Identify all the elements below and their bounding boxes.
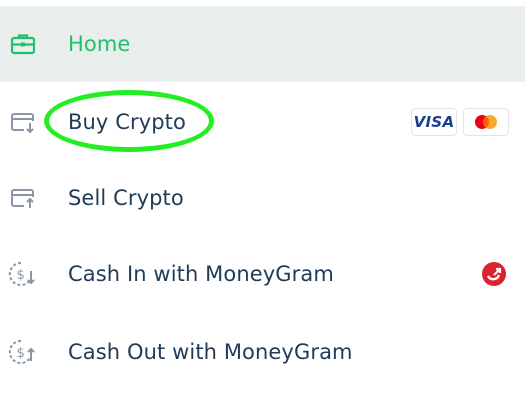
menu-item-cash-out-moneygram[interactable]: $ Cash Out with MoneyGram: [0, 314, 525, 390]
side-menu: Home Buy Crypto VISA Sell Crypto $ Cash …: [0, 0, 525, 401]
menu-item-home[interactable]: Home: [0, 6, 525, 82]
menu-item-cash-out-label: Cash Out with MoneyGram: [68, 340, 353, 364]
menu-item-cash-in-label: Cash In with MoneyGram: [68, 262, 334, 286]
svg-text:$: $: [17, 346, 25, 361]
menu-item-buy-crypto-label: Buy Crypto: [68, 110, 186, 134]
visa-logo: VISA: [413, 113, 455, 131]
dollar-coin-download-icon: $: [8, 261, 35, 286]
moneygram-logo: [482, 262, 506, 286]
card-download-icon: [11, 113, 34, 134]
mastercard-logo: [475, 115, 497, 129]
menu-item-home-label: Home: [68, 32, 131, 56]
mastercard-badge: [463, 108, 509, 136]
menu-item-sell-crypto-label: Sell Crypto: [68, 186, 184, 210]
menu-item-buy-crypto[interactable]: Buy Crypto VISA: [0, 84, 525, 160]
menu-item-cash-in-moneygram[interactable]: $ Cash In with MoneyGram: [0, 236, 525, 312]
payment-badges: VISA: [411, 108, 509, 136]
svg-text:$: $: [17, 268, 25, 283]
dollar-coin-upload-icon: $: [8, 339, 35, 364]
visa-badge: VISA: [411, 108, 457, 136]
menu-item-sell-crypto[interactable]: Sell Crypto: [0, 160, 525, 236]
briefcase-icon: [10, 34, 36, 55]
card-upload-icon: [11, 189, 34, 208]
